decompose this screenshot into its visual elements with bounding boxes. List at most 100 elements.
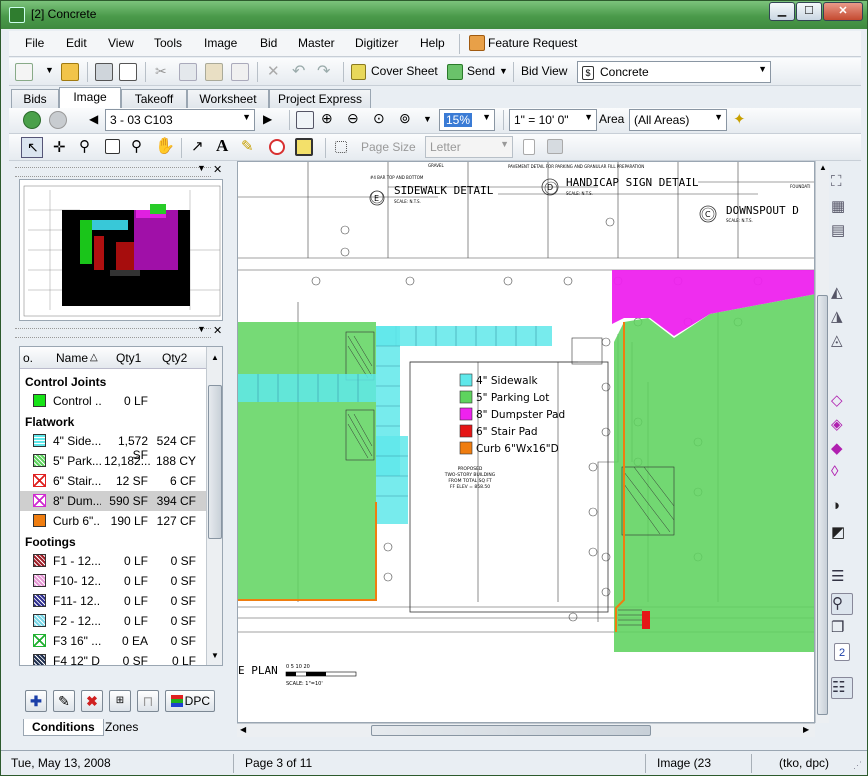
condition-group-header[interactable]: Footings bbox=[25, 535, 76, 549]
new-document-icon[interactable] bbox=[15, 63, 33, 81]
send-dropdown-arrow-icon[interactable]: ▼ bbox=[499, 66, 508, 76]
condition-row[interactable]: F11- 12... 0 LF 0 SF bbox=[20, 591, 206, 611]
close-button[interactable]: ✕ bbox=[823, 2, 863, 21]
fit-selection-icon[interactable]: ⛶ bbox=[831, 173, 853, 195]
zoom-rect-icon[interactable] bbox=[105, 139, 120, 154]
pages-icon[interactable]: ❐ bbox=[831, 618, 853, 640]
add-condition-button[interactable]: ✚ bbox=[25, 690, 47, 712]
resize-grip-icon[interactable]: ⋰ bbox=[853, 760, 862, 771]
zoom-tool-icon[interactable]: ⚲ bbox=[79, 137, 90, 155]
condition-row[interactable]: Control ... 0 LF bbox=[20, 391, 206, 411]
list-view-icon[interactable]: ☰ bbox=[831, 567, 853, 589]
redo-icon[interactable]: ↷ bbox=[317, 61, 330, 81]
highlighter-icon[interactable]: ✎ bbox=[241, 137, 254, 155]
close-conditions-panel-icon[interactable]: ✕ bbox=[213, 324, 222, 337]
condition-row[interactable]: Curb 6"... 190 LF 127 CF bbox=[20, 511, 206, 531]
drawing-vertical-scrollbar[interactable]: ▲ bbox=[815, 161, 829, 723]
contrast-icon[interactable]: ◑ bbox=[831, 497, 853, 519]
tab-zones[interactable]: Zones bbox=[97, 719, 146, 736]
zoom-dropdown-arrow-icon[interactable]: ▼ bbox=[423, 114, 432, 124]
copy-icon[interactable] bbox=[179, 63, 197, 81]
dpc-button[interactable]: DPC bbox=[165, 690, 215, 712]
minimize-button[interactable]: ▁ bbox=[769, 2, 795, 21]
menu-bid[interactable]: Bid bbox=[260, 36, 277, 50]
thumbnail-panel-grip[interactable] bbox=[15, 167, 211, 177]
menu-tools[interactable]: Tools bbox=[154, 36, 182, 50]
area-select[interactable]: (All Areas) ▼ bbox=[629, 109, 727, 131]
previous-page-icon[interactable]: ◀ bbox=[89, 112, 98, 126]
scroll-right-icon[interactable]: ▶ bbox=[803, 725, 809, 734]
zoom-out-icon[interactable]: ⊖ bbox=[347, 110, 359, 127]
select-tool[interactable]: ↖ bbox=[21, 137, 43, 158]
column-header-no[interactable]: o. bbox=[23, 351, 33, 365]
column-header-name[interactable]: Name bbox=[56, 351, 88, 365]
condition-row[interactable]: 4" Side... 1,572 SF 524 CF bbox=[20, 431, 206, 462]
text-tool-icon[interactable]: A bbox=[216, 136, 228, 156]
condition-row[interactable]: 8" Dum... 590 SF 394 CF bbox=[20, 491, 206, 511]
condition-row[interactable]: F10- 12... 0 LF 0 SF bbox=[20, 571, 206, 591]
tab-worksheet[interactable]: Worksheet bbox=[187, 89, 269, 109]
cut-icon[interactable]: ✂ bbox=[155, 63, 167, 80]
page-icon[interactable] bbox=[523, 139, 535, 155]
tab-project-express[interactable]: Project Express bbox=[269, 89, 371, 109]
paste-special-icon[interactable] bbox=[231, 63, 249, 81]
page-select[interactable]: 3 - 03 C103 ▼ bbox=[105, 109, 255, 131]
page-thumbnail[interactable] bbox=[19, 179, 223, 321]
grid-icon[interactable]: ▤ bbox=[831, 221, 853, 243]
fill-icon[interactable]: ◩ bbox=[831, 523, 853, 545]
scroll-up-icon[interactable]: ▲ bbox=[211, 353, 219, 362]
callout-icon[interactable]: ↗ bbox=[191, 137, 204, 155]
tab-conditions[interactable]: Conditions bbox=[23, 719, 104, 736]
note-icon[interactable] bbox=[295, 138, 313, 156]
drawing-horizontal-scrollbar[interactable]: ◀ ▶ bbox=[237, 723, 815, 737]
scroll-up-icon[interactable]: ▲ bbox=[819, 163, 827, 172]
select-region-icon[interactable] bbox=[335, 141, 347, 153]
zoom-actual-icon[interactable]: ⊙ bbox=[373, 110, 385, 127]
condition-row[interactable]: F1 - 12... 0 LF 0 SF bbox=[20, 551, 206, 571]
menu-view[interactable]: View bbox=[108, 36, 134, 50]
edit-area-icon[interactable]: ◊ bbox=[831, 463, 853, 485]
tab-bids[interactable]: Bids bbox=[11, 89, 59, 109]
add-area-icon[interactable]: ◈ bbox=[831, 415, 853, 437]
scale-select[interactable]: 1" = 10' 0" ▼ bbox=[509, 109, 597, 131]
delete-icon[interactable]: ✕ bbox=[267, 62, 280, 80]
condition-group-header[interactable]: Control Joints bbox=[25, 375, 106, 389]
print-icon[interactable] bbox=[95, 63, 113, 81]
area-tool-icon[interactable]: ◭ bbox=[831, 283, 853, 305]
pan-hand-icon[interactable]: ✋ bbox=[155, 136, 175, 156]
forward-icon[interactable] bbox=[49, 111, 67, 129]
scrollbar-thumb[interactable] bbox=[371, 725, 651, 736]
condition-group-header[interactable]: Flatwork bbox=[25, 415, 74, 429]
edit-condition-button[interactable]: ✎ bbox=[53, 690, 75, 712]
tab-image[interactable]: Image bbox=[59, 87, 121, 110]
close-thumbnail-panel-icon[interactable]: ✕ bbox=[213, 163, 222, 176]
zoom-drag-icon[interactable]: ⚲ bbox=[131, 137, 142, 155]
conditions-scrollbar[interactable]: ▲ ▼ bbox=[206, 347, 222, 665]
scrollbar-thumb[interactable] bbox=[817, 295, 828, 715]
panel-menu-icon[interactable]: ▼ bbox=[197, 324, 206, 334]
feature-request-link[interactable]: Feature Request bbox=[488, 36, 577, 50]
zoom-view-icon[interactable]: ⚲ bbox=[831, 593, 853, 615]
count-tool-icon[interactable]: ◬ bbox=[831, 331, 853, 353]
zoom-width-icon[interactable]: ⊚ bbox=[399, 110, 411, 127]
scrollbar-thumb[interactable] bbox=[208, 385, 222, 539]
bid-view-select[interactable]: $ Concrete ▼ bbox=[577, 61, 771, 83]
menu-file[interactable]: File bbox=[25, 36, 44, 50]
print-preview-icon[interactable] bbox=[119, 63, 137, 81]
paste-icon[interactable] bbox=[205, 63, 223, 81]
next-page-icon[interactable]: ▶ bbox=[263, 112, 272, 126]
print-icon[interactable] bbox=[547, 139, 563, 154]
column-header-qty2[interactable]: Qty2 bbox=[162, 351, 187, 365]
page-size-select[interactable]: Letter ▼ bbox=[425, 136, 513, 158]
maximize-button[interactable]: ☐ bbox=[796, 2, 822, 21]
highlight-area-icon[interactable]: ◇ bbox=[831, 391, 853, 413]
page-two-icon[interactable]: 2 bbox=[834, 643, 850, 661]
condition-row[interactable]: F2 - 12... 0 LF 0 SF bbox=[20, 611, 206, 631]
panel-menu-icon[interactable]: ▼ bbox=[197, 163, 206, 173]
scroll-left-icon[interactable]: ◀ bbox=[240, 725, 246, 734]
undo-icon[interactable]: ↶ bbox=[292, 61, 305, 81]
condition-row[interactable]: F4 12" D 0 SF 0 LF bbox=[20, 651, 206, 665]
zoom-select[interactable]: 15% ▼ bbox=[439, 109, 495, 131]
new-dropdown-arrow-icon[interactable]: ▼ bbox=[45, 65, 54, 75]
cover-sheet-button[interactable]: Cover Sheet bbox=[371, 64, 438, 78]
